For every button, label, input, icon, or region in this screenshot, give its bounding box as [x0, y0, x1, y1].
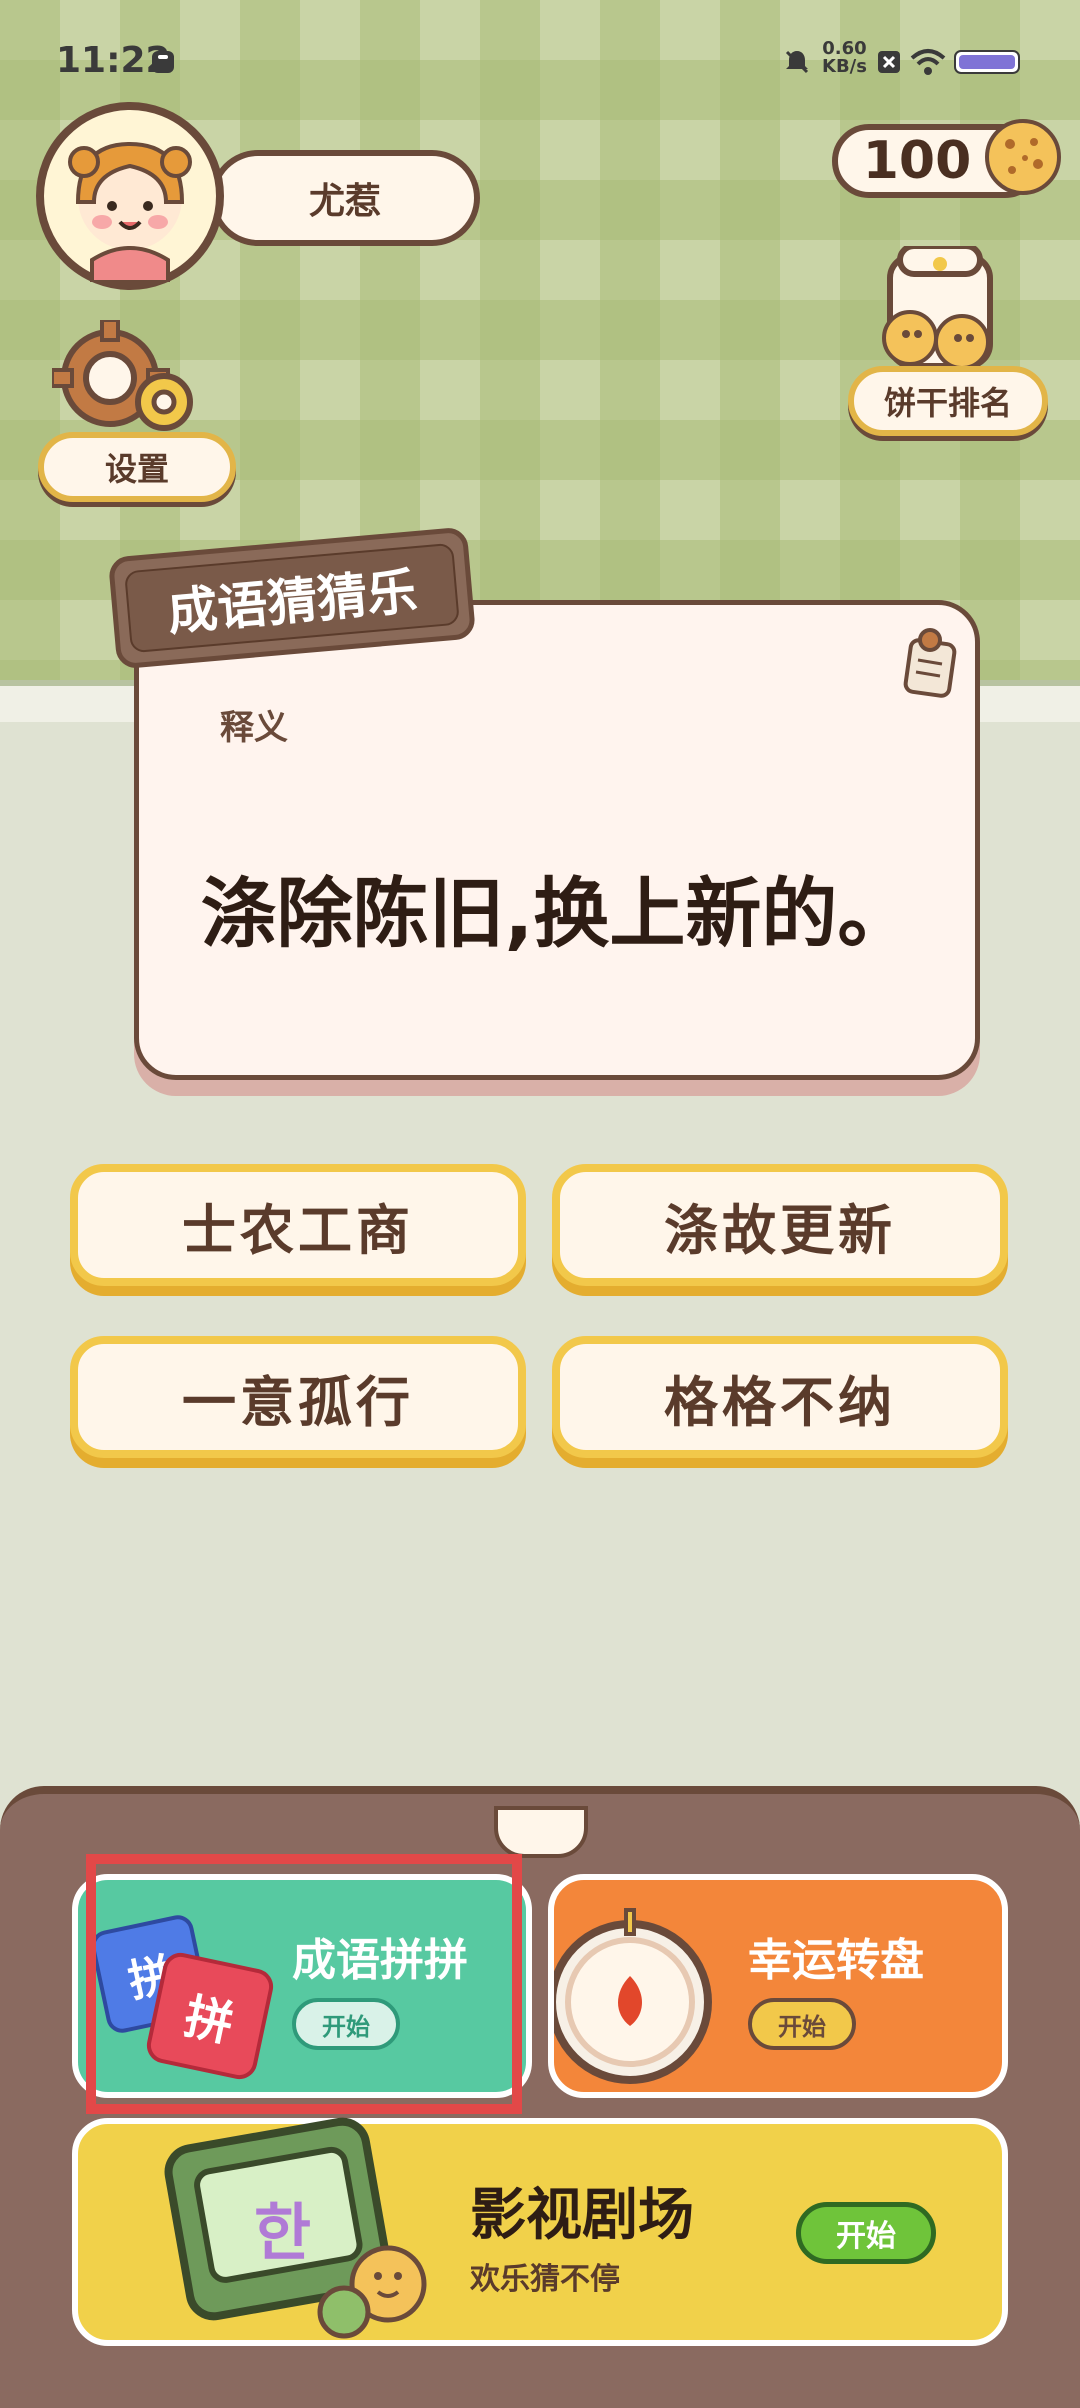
wheel-start-label: 开始 [778, 2012, 826, 2041]
player-name: 尤惹 [308, 181, 381, 222]
question-card [134, 600, 980, 1080]
theater-start-button[interactable]: 开始 [796, 2202, 936, 2264]
sim-icon [876, 44, 902, 80]
scroll-icon [894, 624, 964, 708]
speed-unit: KB/s [822, 56, 867, 77]
network-speed: 0.60 KB/s [822, 40, 867, 76]
settings-label: 设置 [104, 450, 169, 488]
option-2-button[interactable]: 涤故更新 [552, 1164, 1008, 1286]
theater-subtitle: 欢乐猜不停 [470, 2262, 620, 2297]
cookie-coin-icon [980, 114, 1066, 204]
tv-char: 한 [254, 2196, 312, 2269]
option-1-button[interactable]: 士农工商 [70, 1164, 526, 1286]
status-bar: 11:22 0.60 KB/s [0, 0, 1080, 120]
gear-icon[interactable] [50, 318, 202, 444]
wifi-icon [910, 44, 946, 80]
option-4-label: 格格不纳 [664, 1370, 896, 1434]
option-4-button[interactable]: 格格不纳 [552, 1336, 1008, 1458]
cookie-ranking-button[interactable]: 饼干排名 [848, 366, 1048, 436]
option-3-button[interactable]: 一意孤行 [70, 1336, 526, 1458]
option-2-label: 涤故更新 [664, 1198, 896, 1262]
theater-title: 影视剧场 [470, 2183, 694, 2248]
avatar-face-icon [68, 141, 192, 282]
option-3-label: 一意孤行 [182, 1370, 414, 1434]
panel-handle[interactable] [494, 1806, 588, 1858]
option-1-label: 士农工商 [182, 1198, 414, 1262]
notification-icon [150, 44, 176, 80]
meaning-label: 释义 [220, 708, 288, 748]
cookie-jar-icon[interactable] [870, 243, 1010, 370]
mute-bell-icon [782, 44, 812, 80]
settings-button[interactable]: 设置 [38, 432, 236, 502]
theater-game-tile[interactable]: 한 影视剧场 欢乐猜不停 开始 [72, 2117, 1008, 2346]
wheel-start-button[interactable]: 开始 [748, 1998, 856, 2050]
wheel-game-tile[interactable]: 幸运转盘 开始 [548, 1874, 1008, 2098]
wheel-title: 幸运转盘 [748, 1935, 924, 1986]
theater-start-label: 开始 [836, 2219, 896, 2254]
battery-icon [954, 44, 1024, 80]
tv-icon: 한 [158, 2114, 478, 2344]
selection-highlight [86, 1854, 522, 2114]
avatar[interactable] [36, 102, 224, 290]
lucky-wheel-icon [548, 1892, 744, 2092]
coin-value: 100 [862, 131, 972, 191]
ranking-label: 饼干排名 [883, 384, 1012, 422]
player-name-pill[interactable]: 尤惹 [210, 150, 480, 246]
question-text: 涤除陈旧,换上新的。 [200, 869, 914, 958]
